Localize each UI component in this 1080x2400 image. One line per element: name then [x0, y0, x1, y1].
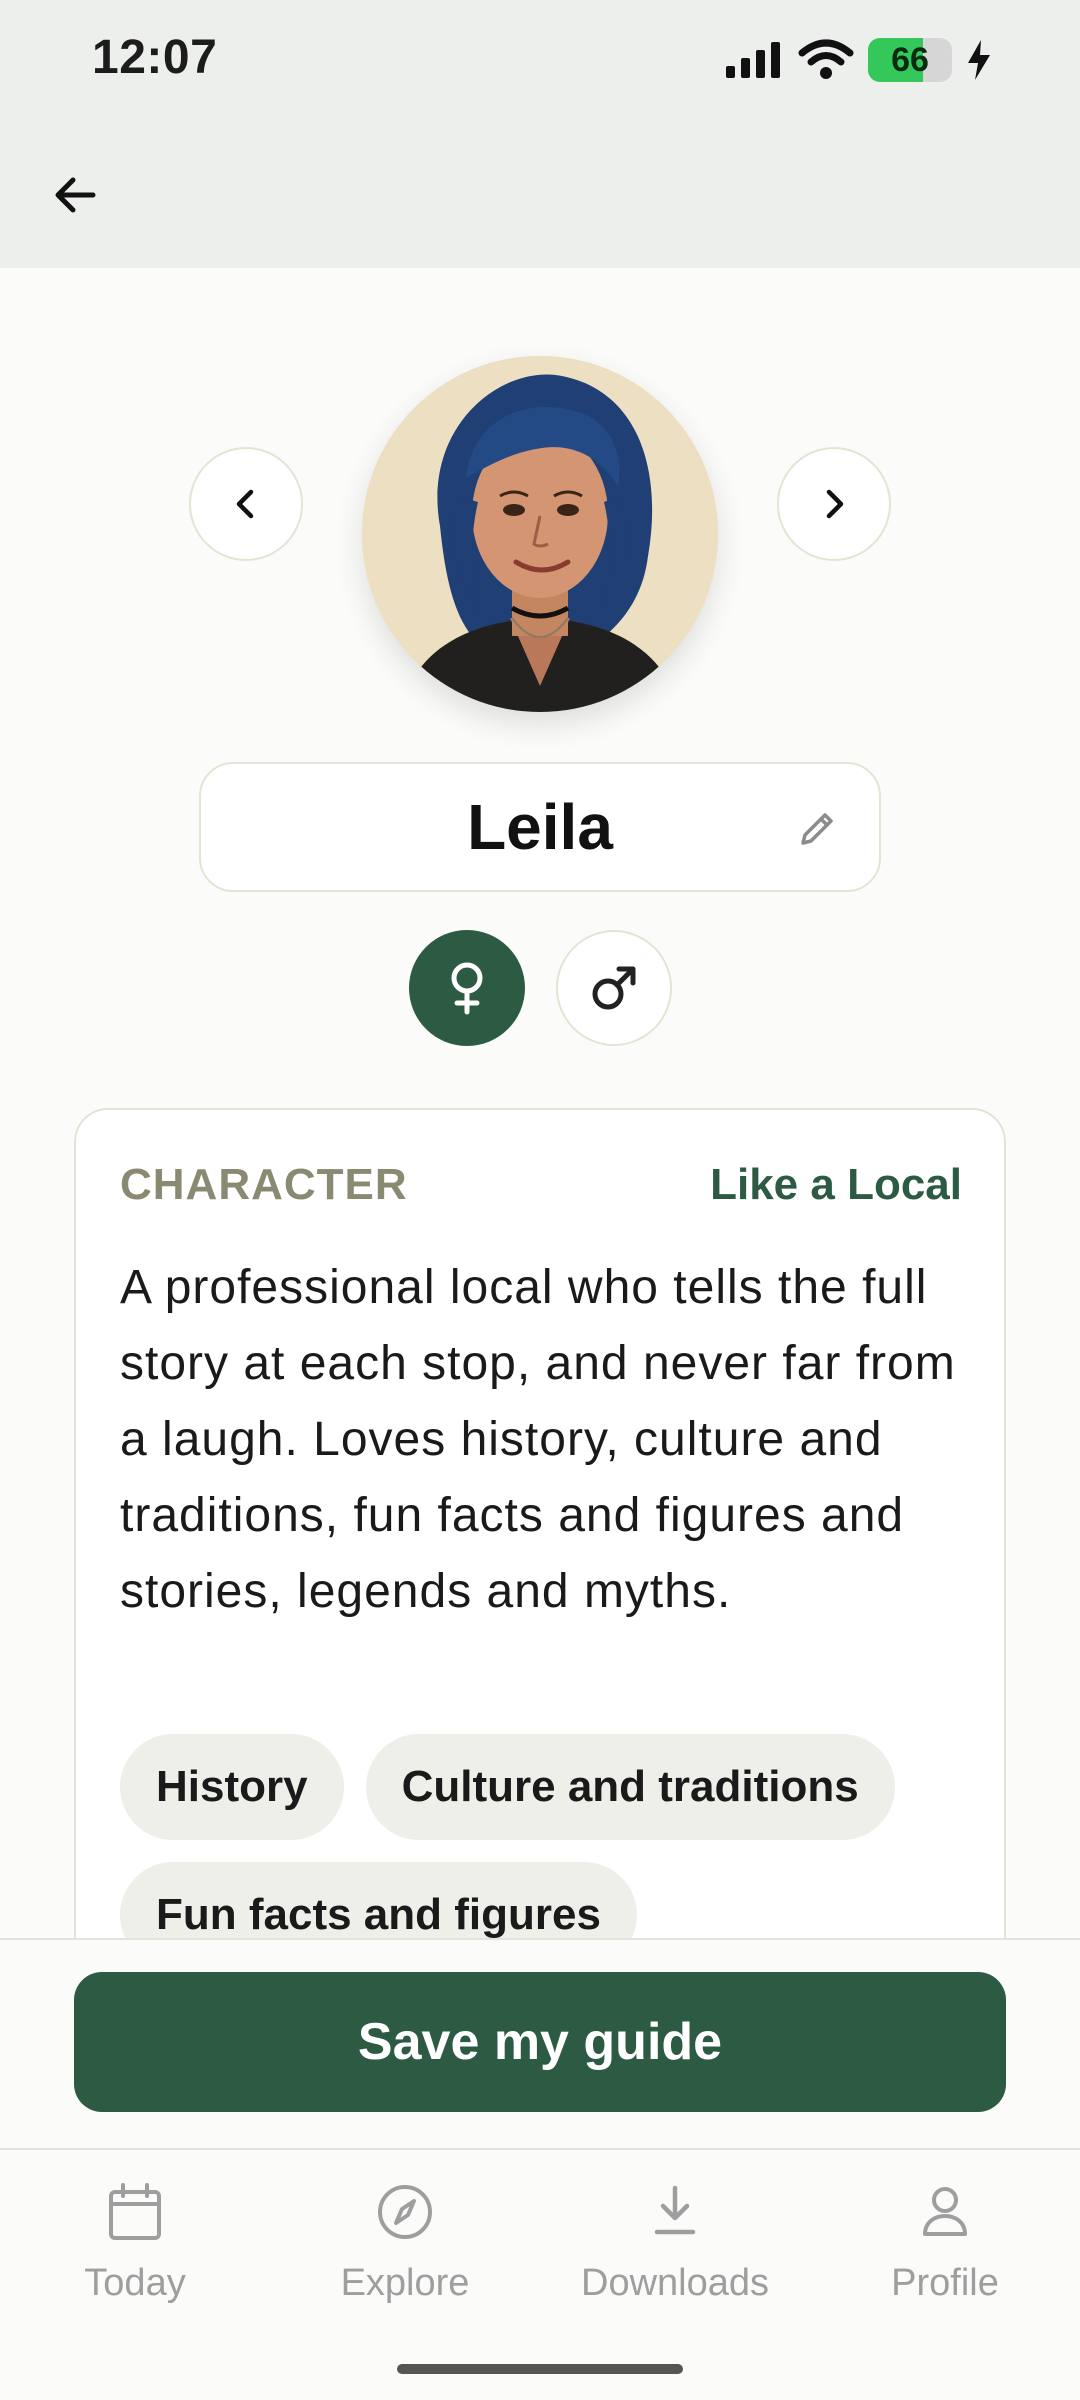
gender-male-button[interactable] — [556, 930, 672, 1046]
calendar-icon — [109, 2183, 161, 2240]
save-guide-button[interactable]: Save my guide — [74, 1972, 1006, 2112]
chevron-left-icon — [236, 489, 254, 519]
bottom-tab-bar: Today Explore Downloads Profile — [0, 2148, 1080, 2400]
tab-today-label: Today — [84, 2262, 186, 2304]
status-bar: 12:07 66 — [0, 0, 1080, 130]
male-symbol-icon — [592, 966, 636, 1010]
person-icon — [923, 2187, 967, 2236]
compass-icon — [378, 2185, 432, 2239]
chevron-right-icon — [826, 489, 844, 519]
next-guide-button[interactable] — [777, 447, 891, 561]
status-icons: 66 — [724, 36, 992, 84]
character-tags: History Culture and traditions Fun facts… — [120, 1734, 980, 1968]
tag-history: History — [120, 1734, 344, 1840]
home-indicator[interactable] — [397, 2364, 683, 2374]
character-description: A professional local who tells the full … — [120, 1261, 956, 1618]
arrow-left-icon — [55, 177, 96, 213]
previous-guide-button[interactable] — [189, 447, 303, 561]
battery-indicator: 66 — [868, 38, 952, 82]
charging-bolt-icon — [968, 40, 990, 80]
female-symbol-icon — [451, 962, 483, 1015]
download-icon — [654, 2185, 696, 2235]
character-type[interactable]: Like a Local — [710, 1160, 962, 1210]
edit-name-button[interactable] — [795, 807, 839, 851]
back-button[interactable] — [40, 160, 110, 230]
tab-today[interactable]: Today — [25, 2180, 245, 2305]
pencil-icon — [801, 813, 833, 845]
character-label: CHARACTER — [120, 1160, 408, 1209]
tab-profile-label: Profile — [891, 2262, 999, 2304]
wifi-icon — [798, 39, 854, 79]
save-panel: Save my guide — [0, 1938, 1080, 2148]
status-time: 12:07 — [92, 31, 218, 84]
tab-explore-label: Explore — [340, 2262, 470, 2304]
guide-name: Leila — [467, 791, 613, 863]
app-bar — [0, 130, 1080, 268]
battery-level: 66 — [891, 40, 929, 79]
tab-downloads-label: Downloads — [581, 2262, 769, 2304]
gender-female-button[interactable] — [409, 930, 525, 1046]
guide-portrait-illustration — [362, 356, 718, 712]
tab-profile[interactable]: Profile — [835, 2180, 1055, 2305]
guide-name-field[interactable]: Leila — [199, 762, 881, 892]
guide-avatar — [362, 356, 718, 712]
signal-icon — [726, 42, 780, 78]
tag-culture-and-traditions: Culture and traditions — [365, 1734, 895, 1840]
tab-explore[interactable]: Explore — [295, 2180, 515, 2305]
tab-downloads[interactable]: Downloads — [565, 2180, 785, 2305]
